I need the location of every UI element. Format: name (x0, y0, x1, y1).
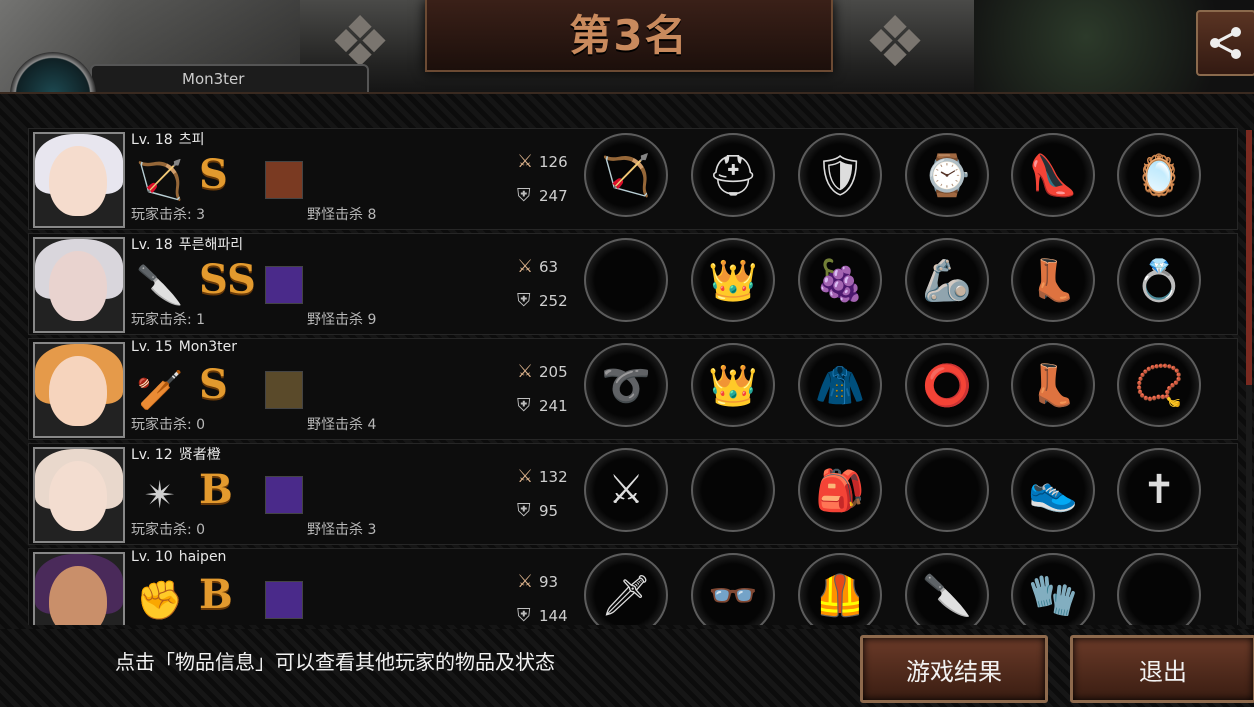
hint-text: 点击「物品信息」可以查看其他玩家的物品及状态 (115, 650, 555, 674)
grade-badge: B (199, 571, 233, 618)
defense-icon: ⛨ (517, 605, 531, 625)
item-slot-gauntlet-icon[interactable]: 🧤 (1011, 553, 1095, 625)
bow-icon: 🏹 (136, 158, 184, 202)
empty-item-slot[interactable] (905, 448, 989, 532)
attack-icon: ⚔ (517, 571, 534, 592)
item-slot-crown-icon[interactable]: 👑 (691, 343, 775, 427)
item-slot-armor-icon[interactable]: 🛡 (798, 133, 882, 217)
player-row[interactable]: Lv. 18 푸른해파리 🔪 SS 玩家击杀: 1 野怪击杀 9 ⚔ 63 ⛨ 252… (28, 233, 1238, 335)
game-result-button[interactable]: 游戏结果 (860, 635, 1048, 703)
shuriken-icon: ✴ (144, 473, 176, 517)
attack-stat: ⚔ 205 (517, 361, 568, 382)
character-portrait[interactable] (33, 132, 125, 228)
grade-badge: S (199, 361, 228, 408)
attack-stat: ⚔ 132 (517, 466, 568, 487)
attack-icon: ⚔ (517, 466, 534, 487)
character-name: 츠피 (178, 132, 205, 148)
item-slot-claws-icon[interactable]: 🗡 (584, 553, 668, 625)
character-portrait[interactable] (33, 237, 125, 333)
player-kills: 玩家击杀: 0 (131, 522, 206, 538)
item-slot-boots-icon[interactable]: 👢 (1011, 343, 1095, 427)
monster-kills: 野怪击杀 9 (307, 312, 377, 328)
attack-stat: ⚔ 63 (517, 256, 559, 277)
item-slot-vest-icon[interactable]: 🦺 (798, 553, 882, 625)
defense-icon: ⛨ (517, 185, 531, 206)
item-slot-bow-icon[interactable]: 🏹 (584, 133, 668, 217)
skill-icon (265, 476, 303, 514)
monster-kills: 野怪击杀 4 (307, 417, 377, 433)
item-slot-cross-icon[interactable]: ✝ (1117, 448, 1201, 532)
item-slot-sneakers-icon[interactable]: 👟 (1011, 448, 1095, 532)
skill-icon (265, 371, 303, 409)
player-kills: 玩家击杀: 0 (131, 417, 206, 433)
skill-icon (265, 161, 303, 199)
item-slot-jacket-icon[interactable]: 🧥 (798, 343, 882, 427)
skill-icon (265, 266, 303, 304)
player-row[interactable]: Lv. 18 츠피 🏹 S 玩家击杀: 3 野怪击杀 8 ⚔ 126 ⛨ 247 🏹 ⛑ 🛡… (28, 128, 1238, 230)
item-slot-mirror-icon[interactable]: 🪞 (1117, 133, 1201, 217)
item-slot-glasses-icon[interactable]: 👓 (691, 553, 775, 625)
empty-item-slot[interactable] (1117, 553, 1201, 625)
attack-stat: ⚔ 126 (517, 151, 568, 172)
grade-badge: B (199, 466, 233, 513)
player-row[interactable]: Lv. 10 haipen ✊ B ⚔ 93 ⛨ 144 🗡 👓 🦺 🔪 🧤 (28, 548, 1238, 625)
grade-badge: S (199, 151, 228, 198)
defense-stat: ⛨ 247 (517, 185, 568, 206)
defense-stat: ⛨ 252 (517, 290, 568, 311)
item-slot-sword-icon[interactable]: ⚔ (584, 448, 668, 532)
empty-item-slot[interactable] (584, 238, 668, 322)
item-slot-whip-icon[interactable]: ➰ (584, 343, 668, 427)
level-label: Lv. 18 츠피 (131, 132, 205, 148)
skill-icon (265, 581, 303, 619)
player-row[interactable]: Lv. 15 Mon3ter 🏏 S 玩家击杀: 0 野怪击杀 4 ⚔ 205 ⛨ 2… (28, 338, 1238, 440)
attack-stat: ⚔ 93 (517, 571, 559, 592)
character-name: 贤者橙 (178, 447, 221, 463)
item-slot-bracelet-icon[interactable]: ⭕ (905, 343, 989, 427)
player-kills: 玩家击杀: 3 (131, 207, 206, 223)
level-label: Lv. 10 haipen (131, 549, 227, 565)
attack-icon: ⚔ (517, 256, 534, 277)
character-name: 푸른해파리 (178, 237, 244, 253)
grade-badge: SS (199, 256, 256, 303)
item-slot-watch-icon[interactable]: ⌚ (905, 133, 989, 217)
attack-icon: ⚔ (517, 151, 534, 172)
item-slot-heels-icon[interactable]: 👠 (1011, 133, 1095, 217)
item-slot-helmet-icon[interactable]: ⛑ (691, 133, 775, 217)
player-row[interactable]: Lv. 12 贤者橙 ✴ B 玩家击杀: 0 野怪击杀 3 ⚔ 132 ⛨ 95 ⚔ 🎒 👟… (28, 443, 1238, 545)
defense-stat: ⛨ 95 (517, 500, 559, 521)
item-slot-blade-icon[interactable]: 🔪 (905, 553, 989, 625)
level-label: Lv. 15 Mon3ter (131, 339, 238, 355)
defense-icon: ⛨ (517, 395, 531, 416)
item-slot-backpack-icon[interactable]: 🎒 (798, 448, 882, 532)
character-name: haipen (178, 549, 227, 565)
monster-kills: 野怪击杀 3 (307, 522, 377, 538)
attack-icon: ⚔ (517, 361, 534, 382)
item-slot-earrings-icon[interactable]: 💍 (1117, 238, 1201, 322)
level-label: Lv. 18 푸른해파리 (131, 237, 244, 253)
defense-stat: ⛨ 144 (517, 605, 568, 625)
defense-stat: ⛨ 241 (517, 395, 568, 416)
character-portrait[interactable] (33, 552, 125, 625)
character-portrait[interactable] (33, 342, 125, 438)
exit-button[interactable]: 退出 (1070, 635, 1254, 703)
item-slot-boots-icon[interactable]: 👢 (1011, 238, 1095, 322)
footer-bar: 点击「物品信息」可以查看其他玩家的物品及状态 游戏结果 退出 (0, 629, 1254, 707)
level-label: Lv. 12 贤者橙 (131, 447, 221, 463)
item-slot-claw-gauntlet-icon[interactable]: 🦾 (905, 238, 989, 322)
player-kills: 玩家击杀: 1 (131, 312, 206, 328)
fist-icon: ✊ (136, 578, 184, 622)
item-slot-grapes-icon[interactable]: 🍇 (798, 238, 882, 322)
character-name: Mon3ter (178, 339, 238, 355)
defense-icon: ⛨ (517, 500, 531, 521)
character-portrait[interactable] (33, 447, 125, 543)
knife-icon: 🔪 (136, 263, 184, 307)
empty-item-slot[interactable] (691, 448, 775, 532)
item-slot-tiara-icon[interactable]: 👑 (691, 238, 775, 322)
item-slot-necklace-icon[interactable]: 📿 (1117, 343, 1201, 427)
bat-icon: 🏏 (136, 368, 184, 412)
defense-icon: ⛨ (517, 290, 531, 311)
monster-kills: 野怪击杀 8 (307, 207, 377, 223)
